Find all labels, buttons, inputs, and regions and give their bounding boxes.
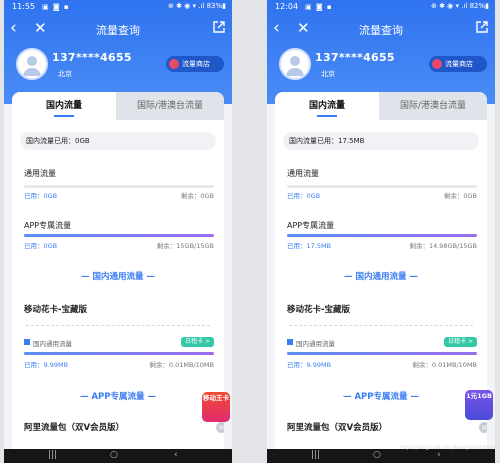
pkg1-used: 已用：9.99MB <box>287 361 332 369</box>
status-bar: 12:04 ▣ ◙ ▪ ⊕ ✱ ◉ ▾ .ıl 82%▮ <box>267 2 495 14</box>
system-nav-bar: ||| ○ ‹ <box>267 449 495 463</box>
flow-card: 国内流量 国际/港澳台流量 国内流量已用：17.5MB 通用流量 已用：0GB … <box>275 92 487 463</box>
pkg1-name: 移动花卡-宝藏版 <box>287 305 351 315</box>
close-circle-icon[interactable]: × <box>479 422 487 433</box>
promo-badge[interactable]: 移动王卡 <box>202 392 230 422</box>
shop-label: 流量商店 <box>445 60 473 68</box>
close-circle-icon[interactable]: × <box>216 422 224 433</box>
notification-icons: ▣ ◙ ▪ <box>305 3 333 11</box>
header: 11:55 ▣ ◙ ▪ ⊕ ✱ ◉ ▾ .ıl 83%▮ ‹ ✕ 流量查询 13… <box>4 0 232 104</box>
app-bar <box>24 234 214 237</box>
city-label: 北京 <box>58 70 72 78</box>
tab-domestic[interactable]: 国内流量 <box>12 92 116 120</box>
back-nav-icon[interactable]: ‹ <box>174 450 178 460</box>
status-time: 12:04 <box>275 2 299 11</box>
nav-bar: ‹ ✕ 流量查询 <box>267 18 495 40</box>
pkg1-remain: 剩余：0.01MB/10MB <box>149 361 214 369</box>
tab-international[interactable]: 国际/港澳台流量 <box>379 92 487 120</box>
shop-icon <box>432 59 442 69</box>
pkg2-name: 阿里流量包（双V会员版） <box>24 423 125 433</box>
general-title: 通用流量 <box>24 169 56 178</box>
app-remain: 剩余：14.98GB/15GB <box>409 242 477 250</box>
tab-domestic[interactable]: 国内流量 <box>275 92 379 120</box>
shop-label: 流量商店 <box>182 60 210 68</box>
nav-bar: ‹ ✕ 流量查询 <box>4 18 232 40</box>
status-right: ⊕ ✱ ◉ ▾ .ıl 83%▮ <box>167 2 226 10</box>
app-section-label: APP专属流量 <box>91 392 145 402</box>
chart-icon <box>24 339 30 345</box>
divider <box>26 325 210 326</box>
daily-card-tag[interactable]: 日租卡 > <box>181 337 214 347</box>
share-icon[interactable] <box>475 20 489 34</box>
notification-icons: ▣ ◙ ▪ <box>42 3 70 11</box>
used-total: 国内流量已用：17.5MB <box>289 137 365 145</box>
general-section-label: 国内通用流量 <box>355 272 407 282</box>
used-total-box: 国内流量已用：0GB <box>20 132 216 150</box>
general-remain: 剩余：0GB <box>180 192 214 200</box>
pkg1-bar <box>24 352 214 355</box>
pkg1-used: 已用：9.99MB <box>24 361 69 369</box>
app-title: APP专属流量 <box>287 221 335 230</box>
tab-international[interactable]: 国际/港澳台流量 <box>116 92 224 120</box>
avatar <box>16 48 48 80</box>
status-bar: 11:55 ▣ ◙ ▪ ⊕ ✱ ◉ ▾ .ıl 83%▮ <box>4 2 232 14</box>
general-section-label: 国内通用流量 <box>92 272 144 282</box>
app-remain: 剩余：15GB/15GB <box>156 242 214 250</box>
app-section-label: APP专属流量 <box>354 392 408 402</box>
divider <box>289 325 473 326</box>
recent-apps-icon[interactable]: ||| <box>48 450 57 460</box>
tabs: 国内流量 国际/港澳台流量 <box>12 92 224 120</box>
shop-icon <box>169 59 179 69</box>
flow-card: 国内流量 国际/港澳台流量 国内流量已用：0GB 通用流量 已用：0GB 剩余：… <box>12 92 224 463</box>
shop-button[interactable]: 流量商店 <box>429 56 487 72</box>
phone-screen-left: 11:55 ▣ ◙ ▪ ⊕ ✱ ◉ ▾ .ıl 83%▮ ‹ ✕ 流量查询 13… <box>4 0 232 463</box>
app-bar <box>287 234 477 237</box>
status-right: ⊕ ✱ ◉ ▾ .ıl 82%▮ <box>430 2 489 10</box>
daily-card-tag[interactable]: 日租卡 > <box>444 337 477 347</box>
general-used: 已用：0GB <box>24 192 58 200</box>
app-used: 已用：17.5MB <box>287 242 332 250</box>
app-section-title: — APP专属流量 — <box>343 392 419 402</box>
city-label: 北京 <box>321 70 335 78</box>
app-section-title: — APP专属流量 — <box>80 392 156 402</box>
used-total: 国内流量已用：0GB <box>26 137 90 145</box>
general-title: 通用流量 <box>287 169 319 178</box>
system-nav-bar: ||| ○ ‹ <box>4 449 232 463</box>
pkg1-remain: 剩余：0.01MB/10MB <box>412 361 477 369</box>
promo-badge[interactable]: 1元1GB <box>465 390 493 420</box>
watermark: https://blog.csdn.net/RoadyShowShow <box>400 445 496 451</box>
tabs: 国内流量 国际/港澳台流量 <box>275 92 487 120</box>
chart-icon <box>287 339 293 345</box>
page-title: 流量查询 <box>96 24 140 37</box>
app-title: APP专属流量 <box>24 221 72 230</box>
general-used: 已用：0GB <box>287 192 321 200</box>
pkg1-bar <box>287 352 477 355</box>
pkg2-name: 阿里流量包（双V会员版） <box>287 423 388 433</box>
pkg1-name: 移动花卡-宝藏版 <box>24 305 88 315</box>
page-title: 流量查询 <box>359 24 403 37</box>
phone-number: 137****4655 <box>52 51 132 64</box>
general-section-title: — 国内通用流量 — <box>344 272 418 282</box>
general-bar <box>287 185 477 188</box>
home-icon[interactable]: ○ <box>373 450 381 460</box>
avatar <box>279 48 311 80</box>
general-section-title: — 国内通用流量 — <box>81 272 155 282</box>
general-bar <box>24 185 214 188</box>
share-icon[interactable] <box>212 20 226 34</box>
recent-apps-icon[interactable]: ||| <box>311 450 320 460</box>
app-used: 已用：0GB <box>24 242 58 250</box>
pkg1-sub: 国内通用流量 <box>33 340 72 348</box>
phone-number: 137****4655 <box>315 51 395 64</box>
general-remain: 剩余：0GB <box>443 192 477 200</box>
home-icon[interactable]: ○ <box>110 450 118 460</box>
header: 12:04 ▣ ◙ ▪ ⊕ ✱ ◉ ▾ .ıl 82%▮ ‹ ✕ 流量查询 13… <box>267 0 495 104</box>
back-nav-icon[interactable]: ‹ <box>437 450 441 460</box>
shop-button[interactable]: 流量商店 <box>166 56 224 72</box>
phone-screen-right: 12:04 ▣ ◙ ▪ ⊕ ✱ ◉ ▾ .ıl 82%▮ ‹ ✕ 流量查询 13… <box>267 0 495 463</box>
used-total-box: 国内流量已用：17.5MB <box>283 132 479 150</box>
status-time: 11:55 <box>12 2 36 11</box>
pkg1-sub: 国内通用流量 <box>296 340 335 348</box>
